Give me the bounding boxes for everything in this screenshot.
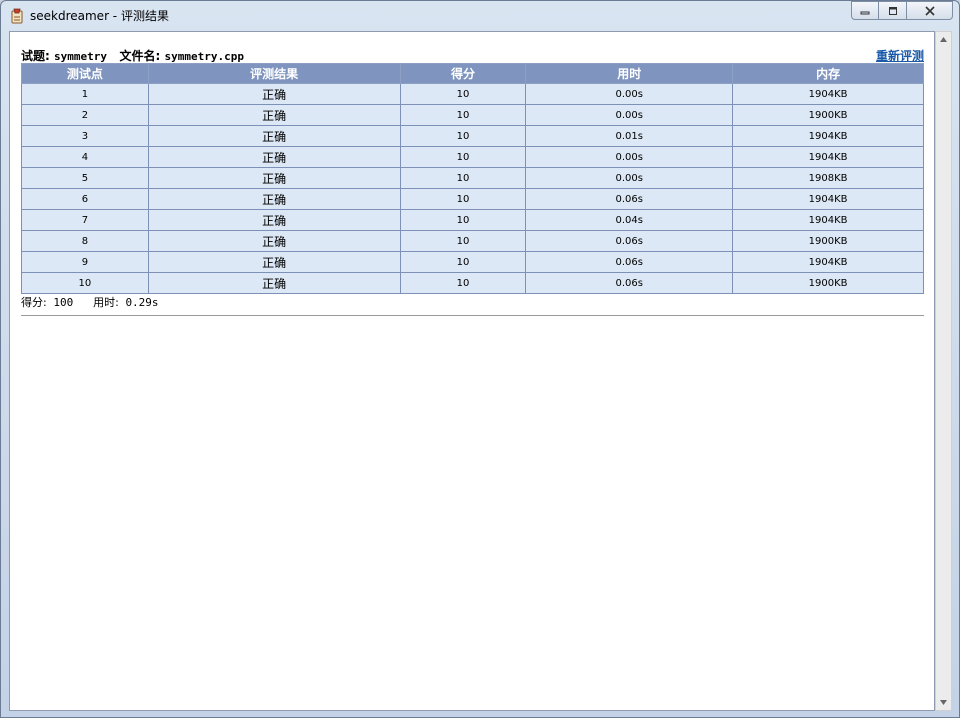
table-row: 6 正确 10 0.06s 1904KB: [21, 188, 924, 210]
test-case-number: 8: [21, 230, 149, 252]
time-cell: 0.00s: [525, 83, 734, 105]
table-row: 9 正确 10 0.06s 1904KB: [21, 251, 924, 273]
judge-result: 正确: [147, 272, 401, 294]
time-cell: 0.06s: [525, 230, 734, 252]
content-area: 试题: symmetry 文件名: symmetry.cpp 重新评测 测试点 …: [9, 31, 935, 711]
minimize-button[interactable]: [851, 1, 879, 20]
score-cell: 10: [399, 251, 527, 273]
test-case-number: 7: [21, 209, 149, 231]
memory-cell: 1900KB: [732, 104, 924, 126]
maximize-button[interactable]: [879, 1, 907, 20]
divider: [21, 315, 924, 316]
memory-cell: 1904KB: [732, 83, 924, 105]
table-row: 7 正确 10 0.04s 1904KB: [21, 209, 924, 231]
score-cell: 10: [399, 125, 527, 147]
test-case-number: 10: [21, 272, 149, 294]
rejudge-link[interactable]: 重新评测: [876, 47, 924, 64]
score-cell: 10: [399, 104, 527, 126]
problem-header: 试题: symmetry 文件名: symmetry.cpp 重新评测: [21, 47, 924, 63]
summary: 得分: 100 用时: 0.29s: [21, 294, 159, 310]
close-icon: [924, 5, 935, 16]
file-name: symmetry.cpp: [164, 50, 245, 63]
maximize-icon: [888, 6, 897, 15]
time-cell: 0.04s: [525, 209, 734, 231]
window-controls: [851, 1, 953, 21]
table-row: 10 正确 10 0.06s 1900KB: [21, 272, 924, 294]
file-label: 文件名:: [119, 49, 161, 63]
table-row: 4 正确 10 0.00s 1904KB: [21, 146, 924, 168]
score-cell: 10: [399, 209, 527, 231]
scroll-up-button[interactable]: [936, 32, 951, 47]
judge-result: 正确: [147, 251, 401, 273]
test-case-number: 9: [21, 251, 149, 273]
test-case-number: 5: [21, 167, 149, 189]
column-header: 评测结果: [147, 63, 401, 84]
title-bar[interactable]: seekdreamer - 评测结果: [1, 1, 959, 31]
scroll-down-button[interactable]: [936, 695, 951, 710]
column-header: 用时: [525, 63, 734, 84]
judge-result: 正确: [147, 125, 401, 147]
column-header: 内存: [732, 63, 924, 84]
app-icon[interactable]: [9, 8, 25, 24]
memory-cell: 1900KB: [732, 230, 924, 252]
judge-result: 正确: [147, 83, 401, 105]
close-button[interactable]: [907, 1, 953, 20]
test-case-number: 1: [21, 83, 149, 105]
judge-result: 正确: [147, 209, 401, 231]
column-header: 测试点: [21, 63, 149, 84]
memory-cell: 1900KB: [732, 272, 924, 294]
score-label: 得分:: [21, 296, 47, 309]
column-header: 得分: [399, 63, 527, 84]
minimize-icon: [860, 11, 870, 14]
test-case-number: 3: [21, 125, 149, 147]
score-cell: 10: [399, 230, 527, 252]
time-cell: 0.00s: [525, 146, 734, 168]
memory-cell: 1904KB: [732, 209, 924, 231]
score-cell: 10: [399, 83, 527, 105]
score-cell: 10: [399, 272, 527, 294]
table-row: 1 正确 10 0.00s 1904KB: [21, 83, 924, 105]
memory-cell: 1904KB: [732, 188, 924, 210]
problem-name: symmetry: [54, 50, 107, 63]
test-case-number: 4: [21, 146, 149, 168]
time-label: 用时:: [93, 296, 119, 309]
table-row: 8 正确 10 0.06s 1900KB: [21, 230, 924, 252]
scroll-down-icon: [940, 700, 947, 705]
total-score: 100: [53, 296, 74, 309]
score-cell: 10: [399, 146, 527, 168]
table-row: 2 正确 10 0.00s 1900KB: [21, 104, 924, 126]
judge-result: 正确: [147, 167, 401, 189]
score-cell: 10: [399, 167, 527, 189]
judge-result: 正确: [147, 146, 401, 168]
time-cell: 0.00s: [525, 167, 734, 189]
table-row: 5 正确 10 0.00s 1908KB: [21, 167, 924, 189]
test-case-number: 6: [21, 188, 149, 210]
time-cell: 0.01s: [525, 125, 734, 147]
judge-result: 正确: [147, 104, 401, 126]
app-window: seekdreamer - 评测结果 试题: symmetry 文件名: sym…: [0, 0, 960, 718]
time-cell: 0.06s: [525, 251, 734, 273]
test-case-number: 2: [21, 104, 149, 126]
judge-result: 正确: [147, 230, 401, 252]
memory-cell: 1904KB: [732, 146, 924, 168]
memory-cell: 1904KB: [732, 125, 924, 147]
window-title: seekdreamer - 评测结果: [30, 9, 169, 23]
memory-cell: 1908KB: [732, 167, 924, 189]
table-header-row: 测试点 评测结果 得分 用时 内存: [21, 63, 924, 84]
time-cell: 0.00s: [525, 104, 734, 126]
scroll-up-icon: [940, 37, 947, 42]
vertical-scrollbar[interactable]: [935, 31, 952, 711]
results-table: 测试点 评测结果 得分 用时 内存 1 正确 10 0.00s 1904KB 2 正确 10 0…: [21, 63, 924, 294]
score-cell: 10: [399, 188, 527, 210]
table-row: 3 正确 10 0.01s 1904KB: [21, 125, 924, 147]
problem-label: 试题:: [21, 49, 50, 63]
time-cell: 0.06s: [525, 272, 734, 294]
total-time: 0.29s: [125, 296, 159, 309]
memory-cell: 1904KB: [732, 251, 924, 273]
time-cell: 0.06s: [525, 188, 734, 210]
judge-result: 正确: [147, 188, 401, 210]
